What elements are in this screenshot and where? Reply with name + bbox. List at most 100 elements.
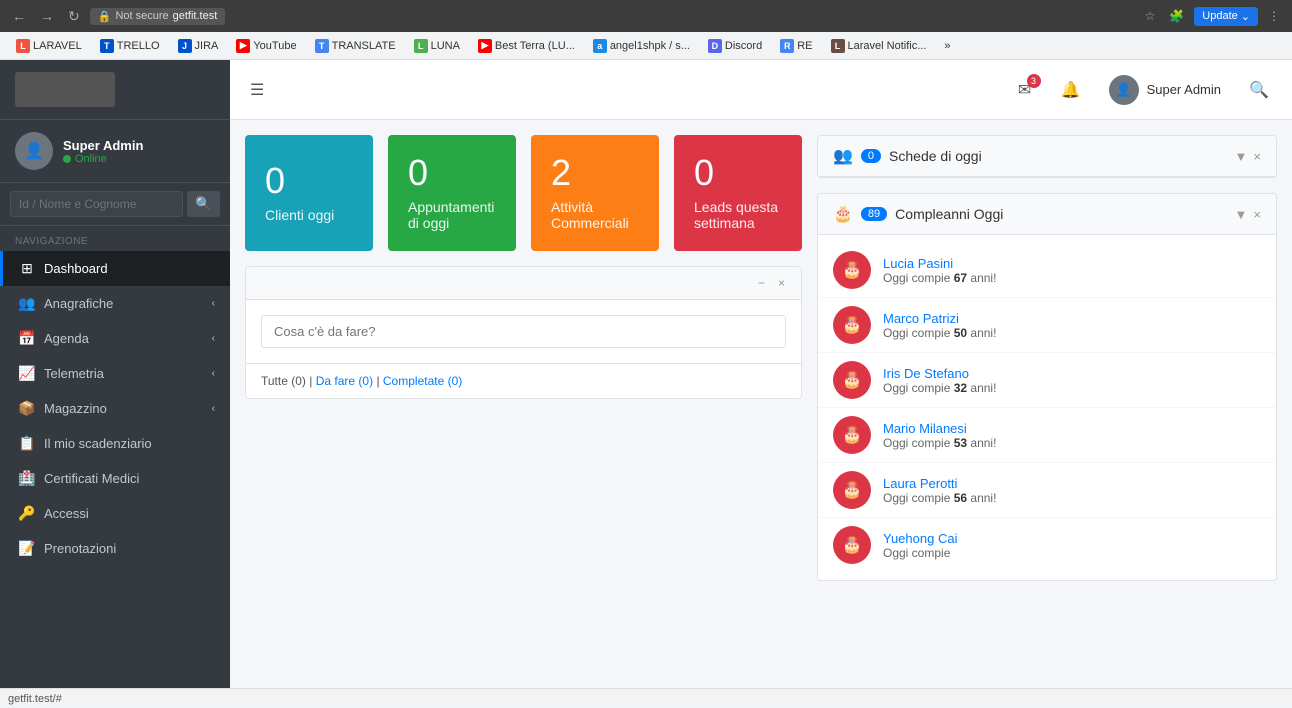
todo-footer: Tutte (0) | Da fare (0) | Completate (0) (246, 363, 801, 398)
agenda-icon: 📅 (18, 330, 36, 347)
main-content: ☰ ✉ 3 🔔 👤 Super Admin 🔍 (230, 60, 1292, 688)
user-panel: 👤 Super Admin Online (0, 120, 230, 183)
todo-completate-link[interactable]: Completate (0) (383, 374, 462, 388)
birthday-name[interactable]: Mario Milanesi (883, 421, 996, 436)
bookmark-star-icon[interactable]: ☆ (1141, 7, 1160, 25)
sidebar-item-agenda[interactable]: 📅 Agenda ‹ (0, 321, 230, 356)
laravel2-label: Laravel Notific... (848, 40, 927, 52)
header-search-button[interactable]: 🔍 (1241, 72, 1277, 108)
todo-da-fare-link[interactable]: Da fare (0) (316, 374, 377, 388)
stat-appuntamenti-label: Appuntamenti di oggi (408, 199, 496, 231)
bestterra-label: Best Terra (LU... (495, 40, 575, 52)
bookmark-laravel2[interactable]: L Laravel Notific... (823, 37, 935, 55)
schede-badge: 0 (861, 149, 881, 163)
schede-icon: 👥 (833, 146, 853, 166)
bookmark-youtube[interactable]: ▶ YouTube (228, 37, 304, 55)
lock-icon: 🔒 (98, 10, 112, 23)
compleanni-minimize-button[interactable]: ▼ (1235, 207, 1248, 222)
user-info: Super Admin Online (63, 138, 143, 165)
extensions-icon[interactable]: 🧩 (1165, 7, 1188, 25)
birthday-avatar: 🎂 (833, 306, 871, 344)
url-text[interactable]: getfit.test (173, 10, 218, 22)
back-btn[interactable]: ← (8, 6, 30, 26)
todo-close-button[interactable]: × (774, 275, 789, 291)
bookmark-laravel[interactable]: L LARAVEL (8, 37, 90, 55)
bookmark-trello[interactable]: T TRELLO (92, 37, 168, 55)
compleanni-close-button[interactable]: × (1253, 207, 1261, 222)
stat-clienti-value: 0 (265, 163, 353, 199)
accessi-label: Accessi (44, 506, 89, 521)
compleanni-ctrl-btns: ▼ × (1235, 207, 1261, 222)
bookmark-jira[interactable]: J JIRA (170, 37, 227, 55)
sidebar-item-certificati[interactable]: 🏥 Certificati Medici (0, 461, 230, 496)
stat-attivita-value: 2 (551, 155, 639, 191)
bookmark-angel[interactable]: a angel1shpk / s... (585, 37, 698, 55)
dashboard-icon: ⊞ (18, 260, 36, 277)
update-arrow-icon: ⌄ (1241, 10, 1250, 23)
bookmark-luna[interactable]: L LUNA (406, 37, 468, 55)
luna-label: LUNA (431, 40, 460, 52)
bookmark-more[interactable]: » (936, 38, 958, 54)
search-box: 🔍 (0, 183, 230, 226)
scadenziario-icon: 📋 (18, 435, 36, 452)
telemetria-icon: 📈 (18, 365, 36, 382)
sidebar-item-telemetria[interactable]: 📈 Telemetria ‹ (0, 356, 230, 391)
mail-button[interactable]: ✉ 3 (1007, 72, 1043, 108)
header-user[interactable]: 👤 Super Admin (1099, 70, 1231, 110)
avatar: 👤 (15, 132, 53, 170)
stat-card-leads: 0 Leads questa settimana (674, 135, 802, 251)
certificati-icon: 🏥 (18, 470, 36, 487)
bookmark-discord[interactable]: D Discord (700, 37, 770, 55)
youtube-label: YouTube (253, 40, 296, 52)
sidebar-item-dashboard[interactable]: ⊞ Dashboard (0, 251, 230, 286)
more-options-icon[interactable]: ⋮ (1264, 7, 1284, 25)
update-button[interactable]: Update ⌄ (1194, 7, 1258, 26)
todo-box: − × Tutte (0) | Da fare (0) (245, 266, 802, 399)
accessi-icon: 🔑 (18, 505, 36, 522)
bookmark-translate[interactable]: T TRANSLATE (307, 37, 404, 55)
birthday-desc: Oggi compie (883, 546, 957, 560)
prenotazioni-label: Prenotazioni (44, 541, 116, 556)
compleanni-panel-title: 🎂 89 Compleanni Oggi (833, 204, 1003, 224)
schede-panel-title: 👥 0 Schede di oggi (833, 146, 982, 166)
header-username: Super Admin (1147, 82, 1221, 97)
sidebar-item-scadenziario[interactable]: 📋 Il mio scadenziario (0, 426, 230, 461)
todo-tutte-label: Tutte (261, 374, 288, 388)
sidebar-item-magazzino[interactable]: 📦 Magazzino ‹ (0, 391, 230, 426)
birthday-item: 🎂 Marco Patrizi Oggi compie 50 anni! (818, 298, 1276, 353)
search-button[interactable]: 🔍 (187, 191, 220, 217)
birthday-name[interactable]: Lucia Pasini (883, 256, 996, 271)
trello-label: TRELLO (117, 40, 160, 52)
content-left: 0 Clienti oggi 0 Appuntamenti di oggi 2 … (245, 135, 802, 673)
birthday-name[interactable]: Marco Patrizi (883, 311, 996, 326)
schede-minimize-button[interactable]: ▼ (1235, 149, 1248, 164)
schede-close-button[interactable]: × (1253, 149, 1261, 164)
search-input[interactable] (10, 191, 183, 217)
birthday-avatar: 🎂 (833, 526, 871, 564)
todo-header: − × (246, 267, 801, 300)
birthday-name[interactable]: Iris De Stefano (883, 366, 996, 381)
birthday-name[interactable]: Yuehong Cai (883, 531, 957, 546)
birthday-info: Laura Perotti Oggi compie 56 anni! (883, 476, 996, 505)
compleanni-panel: 🎂 89 Compleanni Oggi ▼ × 🎂 Lucia Pas (817, 193, 1277, 581)
birthday-name[interactable]: Laura Perotti (883, 476, 996, 491)
bookmark-re[interactable]: R RE (772, 37, 820, 55)
birthday-info: Yuehong Cai Oggi compie (883, 531, 957, 560)
birthday-avatar: 🎂 (833, 361, 871, 399)
stat-clienti-label: Clienti oggi (265, 207, 353, 223)
forward-btn[interactable]: → (36, 6, 58, 26)
sidebar-item-accessi[interactable]: 🔑 Accessi (0, 496, 230, 531)
re-favicon: R (780, 39, 794, 53)
todo-input[interactable] (261, 315, 786, 348)
anagrafiche-arrow-icon: ‹ (212, 298, 215, 309)
jira-favicon: J (178, 39, 192, 53)
birthday-item: 🎂 Lucia Pasini Oggi compie 67 anni! (818, 243, 1276, 298)
todo-body (246, 300, 801, 363)
menu-toggle-button[interactable]: ☰ (245, 75, 269, 105)
refresh-btn[interactable]: ↻ (64, 6, 84, 27)
sidebar-item-prenotazioni[interactable]: 📝 Prenotazioni (0, 531, 230, 566)
bookmark-bestterra[interactable]: ▶ Best Terra (LU... (470, 37, 583, 55)
sidebar-item-anagrafiche[interactable]: 👥 Anagrafiche ‹ (0, 286, 230, 321)
todo-minimize-button[interactable]: − (754, 275, 769, 291)
bell-button[interactable]: 🔔 (1053, 72, 1089, 108)
